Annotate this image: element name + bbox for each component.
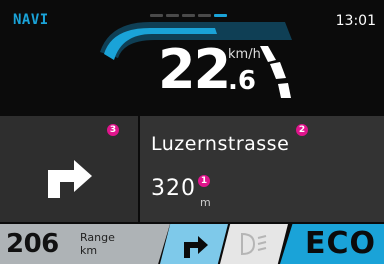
range-label: Range bbox=[80, 231, 115, 244]
destination-panel: Luzernstrasse 2 320 1 m bbox=[140, 116, 384, 222]
low-beam-icon bbox=[241, 232, 267, 256]
distance-value: 320 bbox=[151, 176, 196, 201]
speed-readout: 22 km/h .6 bbox=[158, 43, 298, 103]
drive-mode-indicator: ECO bbox=[280, 224, 384, 264]
callout-badge-3: 3 bbox=[107, 124, 119, 136]
turn-indicator bbox=[160, 224, 228, 264]
drive-mode-label: ECO bbox=[304, 226, 376, 261]
distance-unit: m bbox=[200, 196, 211, 209]
range-unit: km bbox=[80, 244, 98, 257]
callout-badge-2: 2 bbox=[296, 124, 308, 136]
range-label-group: Range km bbox=[80, 231, 115, 257]
speed-decimal: .6 bbox=[228, 66, 256, 96]
street-name: Luzernstrasse bbox=[151, 133, 290, 155]
dashboard-screen: NAVI 13:01 22 km/h .6 3 Luzernstrasse 2 … bbox=[0, 0, 384, 264]
range-value: 206 bbox=[6, 229, 59, 259]
navigation-panel: 3 Luzernstrasse 2 320 1 m bbox=[0, 116, 384, 222]
speed-integer: 22 bbox=[158, 38, 231, 101]
headlight-indicator bbox=[220, 224, 288, 264]
callout-badge-1: 1 bbox=[198, 175, 210, 187]
status-bar: 206 Range km ECO bbox=[0, 224, 384, 264]
turn-right-arrow-icon bbox=[184, 236, 208, 258]
speed-unit: km/h bbox=[228, 47, 261, 62]
maneuver-panel: 3 bbox=[0, 116, 138, 222]
range-indicator: 206 Range km bbox=[0, 224, 170, 264]
